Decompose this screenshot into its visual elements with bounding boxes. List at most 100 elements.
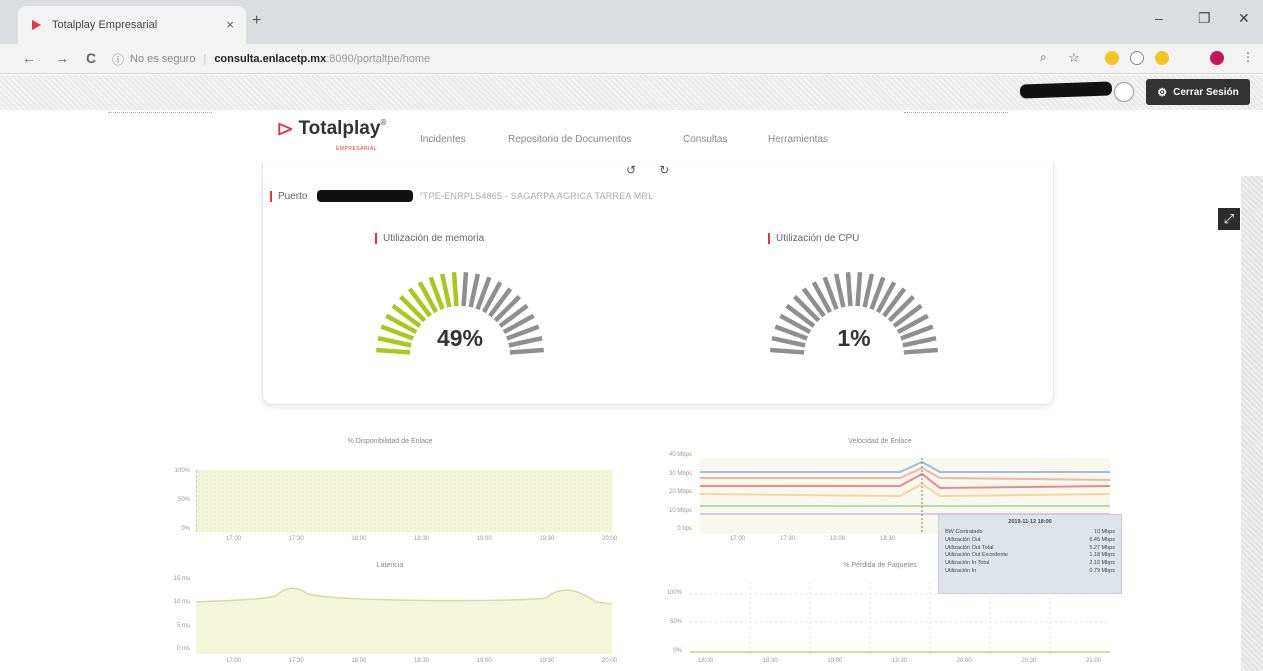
totalplay-logo[interactable]: ⊳ Totalplay® EMPRESARIAL [276, 116, 387, 152]
expand-icon[interactable]: ⤢ [1218, 208, 1240, 230]
new-tab-button[interactable]: + [252, 12, 261, 30]
reload-button[interactable]: C [86, 50, 96, 66]
back-button[interactable]: ← [22, 50, 36, 66]
browser-menu-icon[interactable]: ⋮ [1242, 50, 1254, 64]
divider [108, 112, 212, 113]
y-tick-label: 15 ms [173, 576, 190, 582]
gauge-segment [508, 335, 543, 348]
tooltip-row-label: BW Contratado [945, 529, 983, 535]
cpu-gauge-value: 1% [837, 325, 871, 351]
totalplay-favicon-icon [32, 20, 41, 30]
user-avatar-icon[interactable] [1114, 82, 1134, 102]
gauge-segment [833, 273, 846, 308]
browser-tabbar: Totalplay Empresarial × + – ❐ ✕ [0, 0, 1263, 44]
latency-chart-title: Latencia [376, 562, 404, 569]
x-tick-label: 20:00 [602, 658, 618, 664]
nav-herramientas[interactable]: Herramientas [768, 134, 828, 145]
port-label: Puerto [278, 190, 308, 202]
brand-subtitle: EMPRESARIAL [336, 146, 378, 152]
y-tick-label: 0% [673, 648, 682, 654]
extension-icon[interactable] [1105, 51, 1119, 65]
x-tick-label: 18:00 [698, 658, 714, 664]
tooltip-title: 2019-11-12 18:00 [1008, 519, 1052, 525]
y-tick-label: 50% [669, 619, 682, 625]
bookmark-star-icon[interactable]: ☆ [1068, 50, 1080, 66]
minimize-button[interactable]: – [1155, 10, 1163, 26]
nav-incidentes[interactable]: Incidentes [420, 134, 466, 145]
availability-chart-plot[interactable] [196, 470, 612, 532]
divider [904, 112, 1008, 113]
y-tick-label: 10 Mbps [668, 507, 692, 514]
tooltip-row-value: 5.27 Mbps [1089, 544, 1115, 551]
latency-chart-plot[interactable] [196, 582, 612, 654]
tooltip-row: Utilización Out Excedente 1.18 Mbps [945, 552, 1115, 560]
y-tick-label: 0 bps [677, 526, 692, 532]
x-tick-label: 18:30 [414, 658, 430, 664]
page-scrollbar[interactable] [1241, 176, 1263, 671]
extension-icon[interactable] [1155, 51, 1169, 65]
tab-title: Totalplay Empresarial [52, 19, 158, 31]
y-tick-label: 5 ms [176, 622, 190, 629]
forward-button[interactable]: → [55, 50, 69, 66]
port-description: "TPE-ENRPLS4865 - SAGARPA AGRICA TARREA … [419, 191, 654, 201]
x-tick-label: 20:00 [956, 658, 972, 664]
logout-button[interactable]: ⚙ Cerrar Sesión [1146, 79, 1250, 105]
gauge-segment [509, 347, 544, 355]
x-tick-label: 18:00 [351, 658, 367, 664]
y-tick-label: 40 Mbps [668, 452, 692, 458]
y-tick-label: 20 Mbps [668, 489, 692, 495]
gauge-segment [903, 347, 938, 355]
x-tick-label: 21:00 [1086, 658, 1102, 664]
gauge-segment [902, 335, 937, 348]
brand-name: Totalplay® [298, 118, 387, 139]
gauge-segment [770, 347, 805, 355]
insecure-label: No es seguro [130, 53, 196, 65]
packet-loss-chart-title: % Pérdida de Paquetes [843, 562, 917, 569]
redacted-port-id [317, 190, 414, 202]
port-row: Puerto "TPE-ENRPLS4865 - SAGARPA AGRICA … [270, 190, 653, 202]
url-separator: | [203, 53, 207, 65]
nav-repositorio[interactable]: Repositorio de Documentos [508, 134, 631, 145]
tooltip-row: Utilización Out 6.45 Mbps [945, 537, 1115, 545]
refresh-icon[interactable]: ↺ ↻ [626, 163, 679, 177]
x-tick-label: 19:00 [476, 658, 492, 664]
x-tick-label: 17:00 [226, 658, 242, 664]
zoom-icon[interactable]: ⌕ [1040, 50, 1047, 65]
x-tick-label: 19:00 [476, 536, 492, 542]
tooltip-row: BW Contratado 10 Mbps [945, 529, 1115, 537]
profile-avatar-icon[interactable] [1210, 51, 1224, 65]
gauge-segment [771, 335, 806, 348]
url-field[interactable]: ⓘ No es seguro | consulta.enlacetp.mx :8… [112, 48, 1072, 70]
extension-icon[interactable] [1130, 51, 1144, 65]
x-tick-label: 18:30 [880, 536, 896, 542]
x-tick-label: 17:00 [226, 536, 242, 542]
tab-close-icon[interactable]: × [226, 17, 234, 32]
tooltip-row-value: 1.18 Mbps [1089, 552, 1115, 559]
accent-bar [270, 190, 272, 202]
gauge-segment [461, 272, 469, 307]
tooltip-row-value: 10 Mbps [1093, 529, 1115, 535]
x-tick-label: 19:00 [827, 658, 843, 664]
restore-button[interactable]: ❐ [1198, 10, 1211, 27]
y-tick-label: 100% [174, 468, 190, 474]
x-tick-label: 17:30 [288, 658, 304, 664]
tooltip-row-value: 0.79 Mbps [1089, 567, 1115, 574]
bandwidth-chart-title: Velocidad de Enlace [848, 438, 912, 445]
gauge-segment [845, 272, 853, 307]
x-tick-label: 18:30 [762, 658, 778, 664]
nav-consultas[interactable]: Consultas [683, 134, 727, 145]
gear-icon: ⚙ [1157, 86, 1168, 99]
tooltip-row: Utilización In Total 2.10 Mbps [945, 560, 1115, 568]
info-icon[interactable]: ⓘ [112, 51, 124, 68]
y-tick-label: 100% [666, 590, 682, 596]
y-tick-label: 10 ms [173, 599, 190, 606]
packet-loss-chart-plot[interactable] [690, 582, 1110, 654]
y-tick-label: 0% [181, 526, 190, 532]
x-tick-label: 19:30 [892, 658, 908, 664]
x-tick-label: 20:30 [1021, 658, 1037, 664]
gauge-segment [451, 272, 459, 307]
close-window-button[interactable]: ✕ [1238, 10, 1250, 27]
x-tick-label: 18:00 [830, 536, 846, 542]
x-tick-label: 18:00 [351, 536, 367, 542]
browser-tab[interactable]: Totalplay Empresarial × [18, 6, 246, 44]
